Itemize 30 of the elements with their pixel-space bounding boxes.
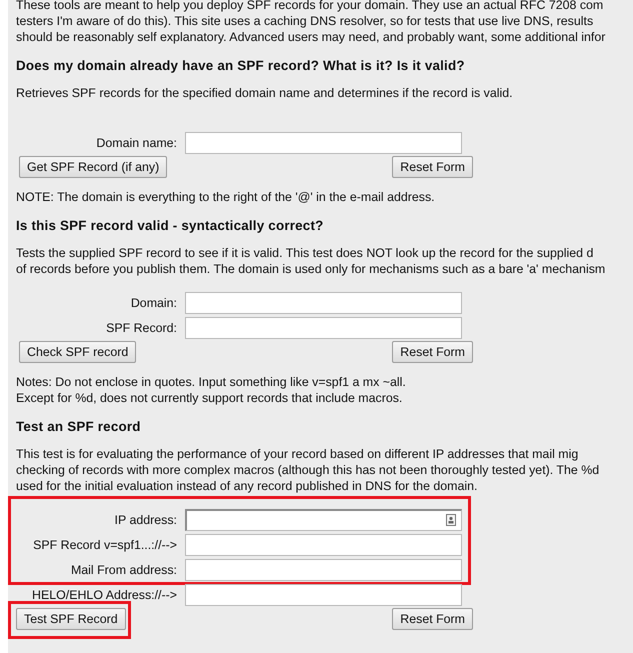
section-heading: Does my domain already have an SPF record? What is it? Is it valid? bbox=[16, 57, 465, 74]
field-label: IP address: bbox=[114, 512, 177, 526]
input-field[interactable] bbox=[185, 534, 462, 556]
reset-button[interactable]: Reset Form bbox=[392, 608, 473, 630]
note-text: Notes: Do not enclose in quotes. Input something like v=spf1 a mx ~all. Except for %d, does not currently support records that include macros. bbox=[16, 374, 406, 406]
input-field[interactable] bbox=[185, 316, 462, 338]
field-label: SPF Record: bbox=[105, 320, 177, 334]
input-field[interactable] bbox=[185, 132, 462, 154]
input-field[interactable] bbox=[185, 292, 462, 314]
section-heading: Is this SPF record valid - syntactically correct? bbox=[16, 217, 324, 234]
field-label: Domain: bbox=[130, 296, 177, 310]
field-label: Domain name: bbox=[95, 136, 177, 150]
field-label: SPF Record v=spf1...://--> bbox=[32, 538, 177, 552]
section-description: Retrieves SPF records for the specified domain name and determines if the record is valid. bbox=[16, 85, 513, 101]
section-heading: Test an SPF record bbox=[16, 418, 141, 435]
submit-button[interactable]: Check SPF record bbox=[19, 341, 136, 363]
field-label: Mail From address: bbox=[70, 562, 177, 576]
input-field[interactable] bbox=[185, 558, 462, 580]
reset-button[interactable]: Reset Form bbox=[392, 341, 473, 363]
submit-button[interactable]: Test SPF Record bbox=[16, 608, 126, 630]
section-description: Tests the supplied SPF record to see if it is valid. This test does NOT look up the record for the supplied d of records before you publish them. The domain is used only for mechanisms such as a bare 'a' mechanism bbox=[16, 245, 606, 277]
note-text: NOTE: The domain is everything to the right of the '@' in the e-mail address. bbox=[16, 189, 435, 205]
contact-card-icon[interactable] bbox=[446, 514, 456, 526]
field-label: HELO/EHLO Address://--> bbox=[31, 588, 177, 602]
input-field[interactable] bbox=[185, 584, 462, 606]
reset-button[interactable]: Reset Form bbox=[392, 156, 473, 178]
input-field[interactable] bbox=[185, 508, 462, 530]
section-description: This test is for evaluating the performance of your record based on different IP addresses that mail mig checking of records with more complex macros (although this has not been thoroughly tested yet). The %d used for the initial evaluation instead of any record published in DNS for the domain. bbox=[16, 446, 600, 494]
intro-paragraph: These tools are meant to help you deploy SPF records for your domain. They use an actual RFC 7208 com testers I'm aware of do this). This site uses a caching DNS resolver, so for tests that use live DNS, results should be reasonably self explanatory. Advanced users may need, and probably want, some additional infor bbox=[16, 0, 606, 45]
submit-button[interactable]: Get SPF Record (if any) bbox=[19, 156, 168, 178]
